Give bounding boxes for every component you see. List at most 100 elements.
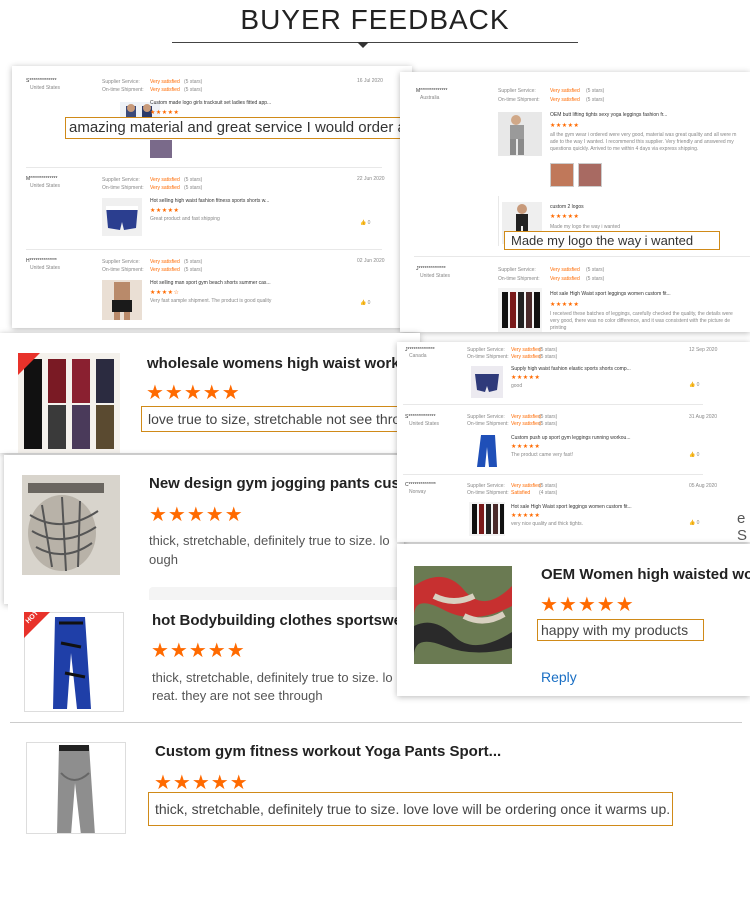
product-title[interactable]: Custom gym fitness workout Yoga Pants Sp… <box>155 743 501 760</box>
reviewer-name: S************** <box>405 414 436 420</box>
like-button[interactable]: 👍 0 <box>689 382 699 388</box>
review-stars: ★★★★★ <box>149 504 244 526</box>
shipment-rating: Very satisfied <box>550 97 580 103</box>
thumbs-up-icon: 👍 <box>360 220 367 226</box>
review-stars: ★★★★★ <box>150 110 180 116</box>
supplier-rating: Very satisfied <box>511 414 541 420</box>
review-text-line2: very good, there was no color difference… <box>550 318 731 324</box>
shipment-stars: (5 stars) <box>539 354 558 360</box>
shipment-rating: Very satisfied <box>511 354 541 360</box>
review-photo[interactable] <box>550 163 574 187</box>
supplier-stars: (5 stars) <box>184 259 203 265</box>
thumbs-up-icon: 👍 <box>689 520 696 526</box>
product-title[interactable]: Hot sale High Waist sport leggings women… <box>550 291 671 297</box>
supplier-service-label: Supplier Service: <box>498 267 536 273</box>
product-thumbnail <box>469 433 505 469</box>
product-title[interactable]: Hot selling man sport gym beach shorts s… <box>150 280 271 286</box>
review-stars: ★★★★★ <box>151 640 246 662</box>
shipment-stars: (4 stars) <box>539 490 558 496</box>
review-stars: ★★★★★ <box>150 208 180 214</box>
product-title[interactable]: wholesale womens high waist worko <box>147 355 409 372</box>
supplier-stars: (5 stars) <box>586 267 605 273</box>
reviewer-name: M************** <box>416 88 448 94</box>
supplier-stars: (5 stars) <box>539 347 558 353</box>
reviewer-country: United States <box>30 183 61 189</box>
like-button[interactable]: 👍 0 <box>689 520 699 526</box>
supplier-service-label: Supplier Service: <box>102 177 140 183</box>
reviewer-country: United States <box>409 421 440 427</box>
supplier-rating: Very satisfied <box>511 347 541 353</box>
supplier-service-label: Supplier Service: <box>467 414 505 420</box>
supplier-service-label: Supplier Service: <box>467 483 505 489</box>
review-text: thick, stretchable, definitely true to s… <box>149 533 390 548</box>
page-title: BUYER FEEDBACK <box>240 4 510 35</box>
review-text-line2: ough <box>149 552 178 567</box>
shipment-label: On-time Shipment: <box>467 354 509 360</box>
product-title[interactable]: Hot sale High Waist sport leggings women… <box>511 504 632 510</box>
review-divider <box>403 404 703 405</box>
product-thumbnail <box>414 566 512 664</box>
review-stars: ★★★★★ <box>550 123 580 129</box>
like-button[interactable]: 👍 0 <box>689 452 699 458</box>
supplier-service-label: Supplier Service: <box>498 88 536 94</box>
supplier-stars: (5 stars) <box>539 414 558 420</box>
shipment-rating: Satisfied <box>511 490 531 496</box>
screenshot-reviews-4: J************** Canada Supplier Service:… <box>397 342 750 542</box>
review-text: very nice quality and thick tights. <box>511 521 583 527</box>
reviewer-name: H************** <box>26 258 57 264</box>
supplier-rating: Very satisfied <box>511 483 541 489</box>
product-title[interactable]: OEM Women high waisted wo <box>541 566 750 583</box>
review-text: I received these batches of leggings, ca… <box>550 311 733 317</box>
supplier-rating: Very satisfied <box>150 79 180 85</box>
product-thumbnail <box>469 502 505 536</box>
thumbs-up-icon: 👍 <box>689 452 696 458</box>
screenshot-reviews-1: S************** United States Supplier S… <box>12 66 412 328</box>
shipment-stars: (5 stars) <box>586 276 605 282</box>
screenshot-reviews-2: M************** Australia Supplier Servi… <box>400 72 750 332</box>
title-divider <box>172 42 578 43</box>
product-title[interactable]: Hot selling high waist fashion fitness s… <box>150 198 269 204</box>
edge-text: e S <box>737 510 748 542</box>
product-title[interactable]: custom 2 logos <box>550 204 584 210</box>
shipment-stars: (5 stars) <box>184 185 203 191</box>
product-title[interactable]: hot Bodybuilding clothes sportswea <box>152 612 408 629</box>
product-thumbnail <box>498 112 542 156</box>
review-photo[interactable] <box>150 140 172 158</box>
review-photo[interactable] <box>578 163 602 187</box>
like-button[interactable]: 👍 0 <box>360 300 370 306</box>
review-stars: ★★★★★ <box>550 214 580 220</box>
product-title[interactable]: New design gym jogging pants cust <box>149 475 404 492</box>
product-title[interactable]: Custom push up sport gym leggings runnin… <box>511 435 631 441</box>
review-date: 31 Aug 2020 <box>689 414 718 420</box>
supplier-stars: (5 stars) <box>539 483 558 489</box>
supplier-rating: Very satisfied <box>150 259 180 265</box>
review-stars: ★★★★★ <box>511 444 541 450</box>
supplier-rating: Very satisfied <box>150 177 180 183</box>
reply-link[interactable]: Reply <box>541 669 577 685</box>
screenshot-review-5: New design gym jogging pants cust ★★★★★ … <box>4 455 404 604</box>
shipment-label: On-time Shipment: <box>102 185 144 191</box>
like-count: 0 <box>696 452 700 458</box>
reviewer-country: United States <box>30 85 61 91</box>
like-button[interactable]: 👍 0 <box>360 220 370 226</box>
shipment-stars: (5 stars) <box>586 97 605 103</box>
review-text: good <box>511 383 523 389</box>
shipment-label: On-time Shipment: <box>467 421 509 427</box>
reply-indent-line <box>498 196 499 246</box>
product-title[interactable]: Custom made logo girls tracksuit set lad… <box>150 100 271 106</box>
product-title[interactable]: OEM butt lifting tights sexy yoga leggin… <box>550 112 667 118</box>
shipment-rating: Very satisfied <box>150 185 180 191</box>
supplier-service-label: Supplier Service: <box>102 259 140 265</box>
reviewer-country: Canada <box>409 353 427 359</box>
product-title[interactable]: Supply high waist fashion elastic sports… <box>511 366 631 372</box>
review-entry: H************** United States Supplier S… <box>12 252 412 328</box>
like-count: 0 <box>367 300 371 306</box>
shipment-label: On-time Shipment: <box>498 276 540 282</box>
like-count: 0 <box>696 520 700 526</box>
review-text-line2: ade to the way I wanted. I recommend thi… <box>550 139 734 145</box>
review-stars: ★★★★★ <box>540 594 635 616</box>
shipment-rating: Very satisfied <box>150 87 180 93</box>
highlighted-review-8: thick, stretchable, definitely true to s… <box>148 792 673 826</box>
screenshot-review-7: HOT hot Bodybuilding clothes sportswea ★… <box>8 600 408 724</box>
review-date: 12 Sep 2020 <box>689 347 718 353</box>
